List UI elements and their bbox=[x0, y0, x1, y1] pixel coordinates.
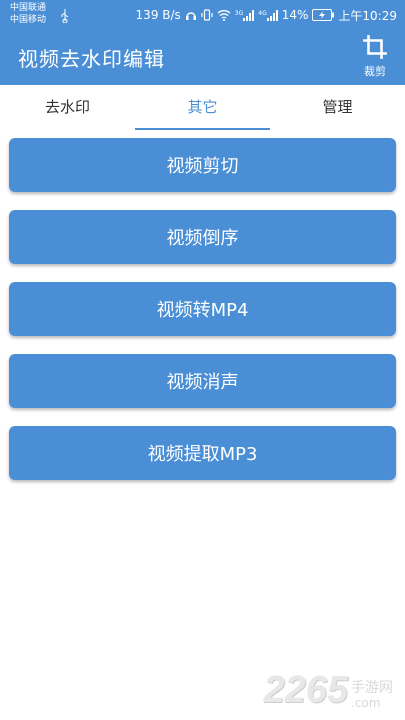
headset-icon bbox=[185, 9, 197, 21]
tab-indicator bbox=[135, 128, 270, 130]
watermark-cn: 手游网 bbox=[351, 680, 393, 696]
video-reverse-button[interactable]: 视频倒序 bbox=[9, 210, 396, 264]
vibrate-icon bbox=[201, 9, 213, 21]
carrier-2: 中国移动 bbox=[10, 15, 47, 25]
net-speed: 139 B/s bbox=[135, 8, 181, 22]
app-bar: 视频去水印编辑 裁剪 bbox=[0, 30, 405, 85]
battery-level: 14% bbox=[281, 8, 309, 22]
clock: 上午10:29 bbox=[338, 8, 397, 23]
crop-icon bbox=[355, 34, 395, 60]
tab-label: 管理 bbox=[322, 98, 353, 116]
crop-button[interactable]: 裁剪 bbox=[355, 34, 395, 80]
carrier-info: 中国联通 中国移动 bbox=[10, 2, 46, 26]
signal-4g-icon: 4G bbox=[258, 9, 278, 21]
video-cut-button[interactable]: 视频剪切 bbox=[9, 138, 396, 192]
video-mute-button[interactable]: 视频消声 bbox=[9, 354, 396, 408]
battery-icon bbox=[312, 9, 335, 21]
watermark-text: 手游网 .com bbox=[351, 680, 393, 710]
tab-label: 其它 bbox=[187, 98, 218, 116]
carrier-1: 中国联通 bbox=[10, 3, 47, 13]
video-to-mp4-button[interactable]: 视频转MP4 bbox=[9, 282, 396, 336]
site-watermark: 2265 手游网 .com bbox=[263, 668, 393, 710]
crop-label: 裁剪 bbox=[364, 65, 386, 78]
signal-3g-icon: 3G bbox=[235, 9, 255, 21]
tab-remove-watermark[interactable]: 去水印 bbox=[0, 85, 135, 130]
usb-icon bbox=[60, 8, 70, 27]
watermark-number: 2265 bbox=[263, 669, 348, 711]
status-bar: 中国联通 中国移动 139 B/s 3G 4G 14% 上午10:29 bbox=[0, 0, 405, 30]
wifi-icon bbox=[217, 9, 231, 21]
action-list: 视频剪切 视频倒序 视频转MP4 视频消声 视频提取MP3 bbox=[9, 138, 396, 498]
video-extract-mp3-button[interactable]: 视频提取MP3 bbox=[9, 426, 396, 480]
tab-manage[interactable]: 管理 bbox=[270, 85, 405, 130]
tab-other[interactable]: 其它 bbox=[135, 85, 270, 130]
status-indicators: 139 B/s 3G 4G 14% 上午10:29 bbox=[136, 6, 397, 24]
tab-label: 去水印 bbox=[44, 98, 90, 116]
watermark-com: .com bbox=[351, 696, 381, 710]
app-title: 视频去水印编辑 bbox=[18, 47, 165, 71]
tab-bar: 去水印 其它 管理 bbox=[0, 85, 405, 130]
